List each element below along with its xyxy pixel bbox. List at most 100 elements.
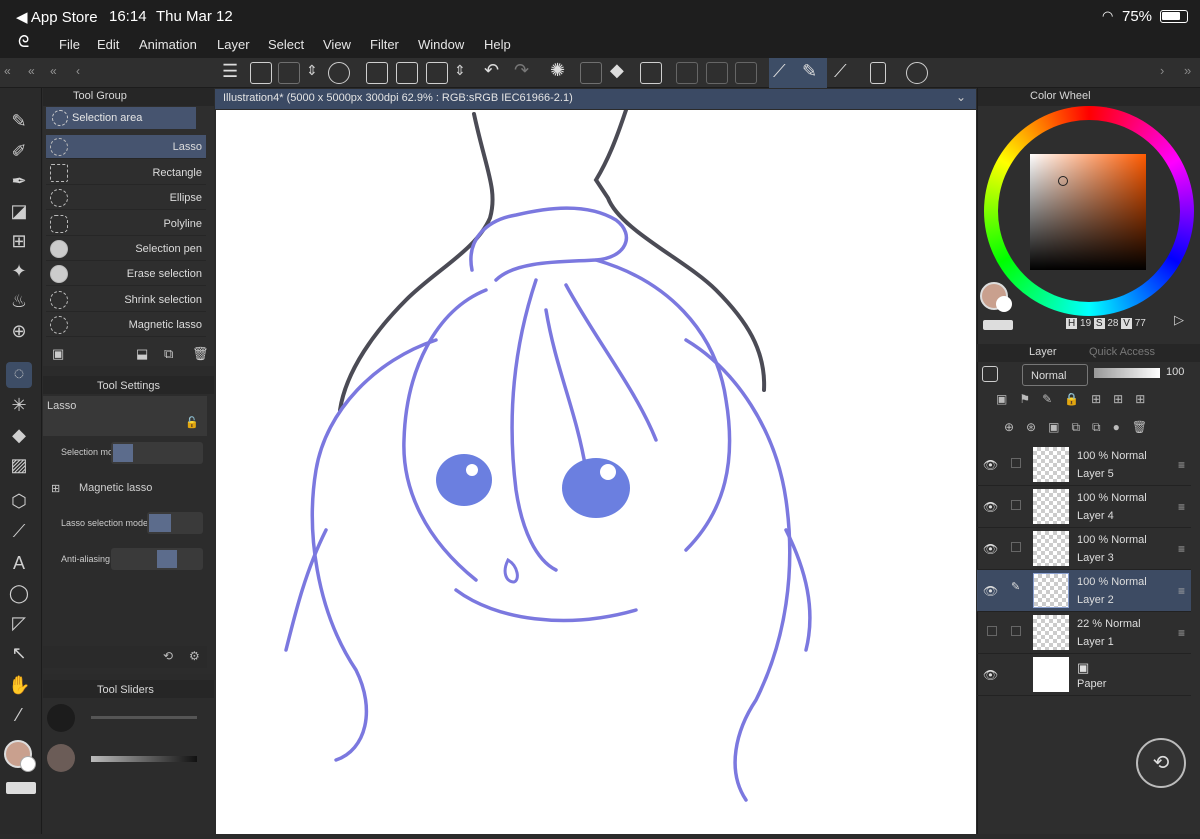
tool-ellipse[interactable]: Ellipse [46, 186, 206, 210]
visibility-icon[interactable]: 👁 [983, 668, 998, 682]
export-icon[interactable] [426, 62, 448, 84]
paper-layer-row[interactable]: 👁 ▣ Paper [977, 654, 1191, 696]
layer-row-selected[interactable]: 👁 ✎ 100 % Normal Layer 2 ≡ [977, 570, 1191, 612]
collapse-left-icon[interactable]: « [4, 64, 11, 78]
brush-size-slider[interactable] [91, 716, 197, 719]
wrench-icon[interactable]: ⚙ [189, 649, 200, 663]
pen-snap-icon[interactable]: ⟋ [834, 61, 847, 82]
lasso-mode-freehand-icon[interactable] [149, 514, 171, 532]
color-picker-cursor[interactable] [1058, 176, 1068, 186]
blend-mode-select[interactable]: Normal [1022, 364, 1088, 386]
saturation-value-square[interactable] [1030, 154, 1146, 270]
updown-icon[interactable]: ⇕ [306, 62, 318, 79]
menu-file[interactable]: File [59, 37, 80, 52]
collapse-left3-icon[interactable]: « [50, 64, 57, 78]
menu-animation[interactable]: Animation [139, 37, 197, 52]
magic-wand-icon[interactable]: ✳ [8, 394, 30, 416]
liquify-tool-icon[interactable]: ♨ [8, 290, 30, 312]
magnetic-expand-icon[interactable]: ⊞ [51, 482, 60, 495]
tool-selection-pen[interactable]: Selection pen [46, 237, 206, 261]
fill-tool-icon[interactable]: ◆ [8, 424, 30, 446]
quick-access-tab[interactable]: Quick Access [1089, 346, 1155, 358]
quick-switch-icon[interactable]: ⟲ [1136, 738, 1186, 788]
menu-edit[interactable]: Edit [97, 37, 119, 52]
tool-shrink-selection[interactable]: Shrink selection [46, 288, 206, 312]
frame-tool-icon[interactable]: ◸ [8, 612, 30, 634]
blend-tool-icon[interactable]: ⊞ [8, 230, 30, 252]
brush-tool-icon[interactable]: ✒ [8, 170, 30, 192]
layer-check[interactable] [1011, 542, 1021, 552]
lasso-tool-icon[interactable]: ◌ [6, 362, 32, 388]
new-selection-icon[interactable] [113, 444, 133, 462]
layer-tab[interactable]: Layer [1029, 346, 1057, 358]
panel-transparent-icon[interactable] [983, 320, 1013, 330]
drag-handle-icon[interactable]: ≡ [1178, 584, 1185, 598]
spiral-icon[interactable] [328, 62, 350, 84]
drag-handle-icon[interactable]: ≡ [1178, 626, 1185, 640]
visibility-icon[interactable]: 👁 [983, 458, 998, 472]
visibility-icon[interactable]: 👁 [983, 584, 998, 598]
show-selection-icon[interactable] [735, 62, 757, 84]
redo-icon[interactable]: ↷ [514, 60, 529, 81]
speech-bubble-tool-icon[interactable]: ◯ [8, 582, 30, 604]
app-logo-icon[interactable]: ᘓ [18, 34, 29, 52]
fill-icon[interactable]: ◆ [610, 60, 624, 81]
eyedropper-icon[interactable]: ⁄ [8, 704, 30, 726]
opacity-slider[interactable] [91, 756, 197, 762]
layer-check[interactable] [1011, 458, 1021, 468]
drag-handle-icon[interactable]: ≡ [1178, 458, 1185, 472]
drag-handle-icon[interactable]: ≡ [1178, 500, 1185, 514]
color-wheel-tab[interactable]: Color Wheel [1030, 90, 1091, 102]
brush-snap-icon[interactable]: ✎ [802, 61, 817, 82]
layer-check[interactable] [1011, 626, 1021, 636]
selection-area-group[interactable]: Selection area [46, 107, 196, 129]
hand-tool-icon[interactable]: ✋ [8, 674, 30, 696]
help-icon[interactable] [906, 62, 928, 84]
drag-handle-icon[interactable]: ≡ [1178, 542, 1185, 556]
tool-property-icon[interactable]: ▣ [52, 346, 64, 362]
line-tool-icon[interactable]: ⟋ [8, 520, 30, 542]
reset-icon[interactable]: ⟲ [163, 649, 173, 663]
new-file-icon[interactable] [366, 62, 388, 84]
antialias-medium-icon[interactable] [157, 550, 177, 568]
tool-lasso[interactable]: Lasso [46, 135, 206, 159]
layer-check[interactable] [1011, 500, 1021, 510]
menu-filter[interactable]: Filter [370, 37, 399, 52]
object-select-icon[interactable]: ↖ [8, 642, 30, 664]
menu-window[interactable]: Window [418, 37, 464, 52]
canvas-resize-icon[interactable] [250, 62, 272, 84]
document-tab[interactable]: Illustration4* (5000 x 5000px 300dpi 62.… [215, 89, 976, 109]
pen-icon[interactable]: ✎ [1011, 580, 1021, 593]
collapse-left2-icon[interactable]: « [28, 64, 35, 78]
deselect-icon[interactable] [676, 62, 698, 84]
pen-tool-icon[interactable]: ✎ [8, 110, 30, 132]
sub-color-swatch[interactable] [20, 756, 36, 772]
invert-selection-icon[interactable] [706, 62, 728, 84]
eraser-tool-icon[interactable]: ◪ [8, 200, 30, 222]
tool-rectangle[interactable]: Rectangle [46, 161, 206, 185]
gradient-tool-icon[interactable]: ▨ [8, 454, 30, 476]
hidden-visibility-icon[interactable] [987, 626, 997, 636]
duplicate-icon[interactable]: ⧉ [164, 346, 173, 362]
layer-opacity-value[interactable]: 100 [1166, 366, 1184, 378]
device-icon[interactable] [870, 62, 886, 84]
tool-magnetic-lasso[interactable]: Magnetic lasso [46, 313, 206, 337]
trash-icon[interactable]: 🗑 [192, 346, 209, 362]
layer-options-row[interactable]: ▣⚑✎🔒⊞⊞⊞ [996, 392, 1196, 410]
clear-icon[interactable] [580, 62, 602, 84]
crop-icon[interactable] [640, 62, 662, 84]
visibility-icon[interactable]: 👁 [983, 542, 998, 556]
loading-icon[interactable]: ✺ [550, 60, 565, 81]
layer-row[interactable]: 👁 100 % Normal Layer 4 ≡ [977, 486, 1191, 528]
magnetic-lasso-setting[interactable]: Magnetic lasso [79, 482, 152, 494]
menu-view[interactable]: View [323, 37, 351, 52]
color-play-icon[interactable]: ▷ [1174, 312, 1184, 328]
lock-icon[interactable]: 🔓 [185, 416, 199, 429]
lasso-mode-buttons[interactable] [147, 512, 203, 534]
selection-mode-buttons[interactable] [111, 442, 203, 464]
ruler-snap-icon[interactable]: ⟋ [773, 61, 786, 82]
antialias-buttons[interactable] [111, 548, 203, 570]
layer-actions-row[interactable]: ⊕⊛▣⧉⧉●🗑 [1004, 420, 1196, 438]
open-folder-icon[interactable] [396, 62, 418, 84]
transparent-color-icon[interactable] [6, 782, 36, 794]
